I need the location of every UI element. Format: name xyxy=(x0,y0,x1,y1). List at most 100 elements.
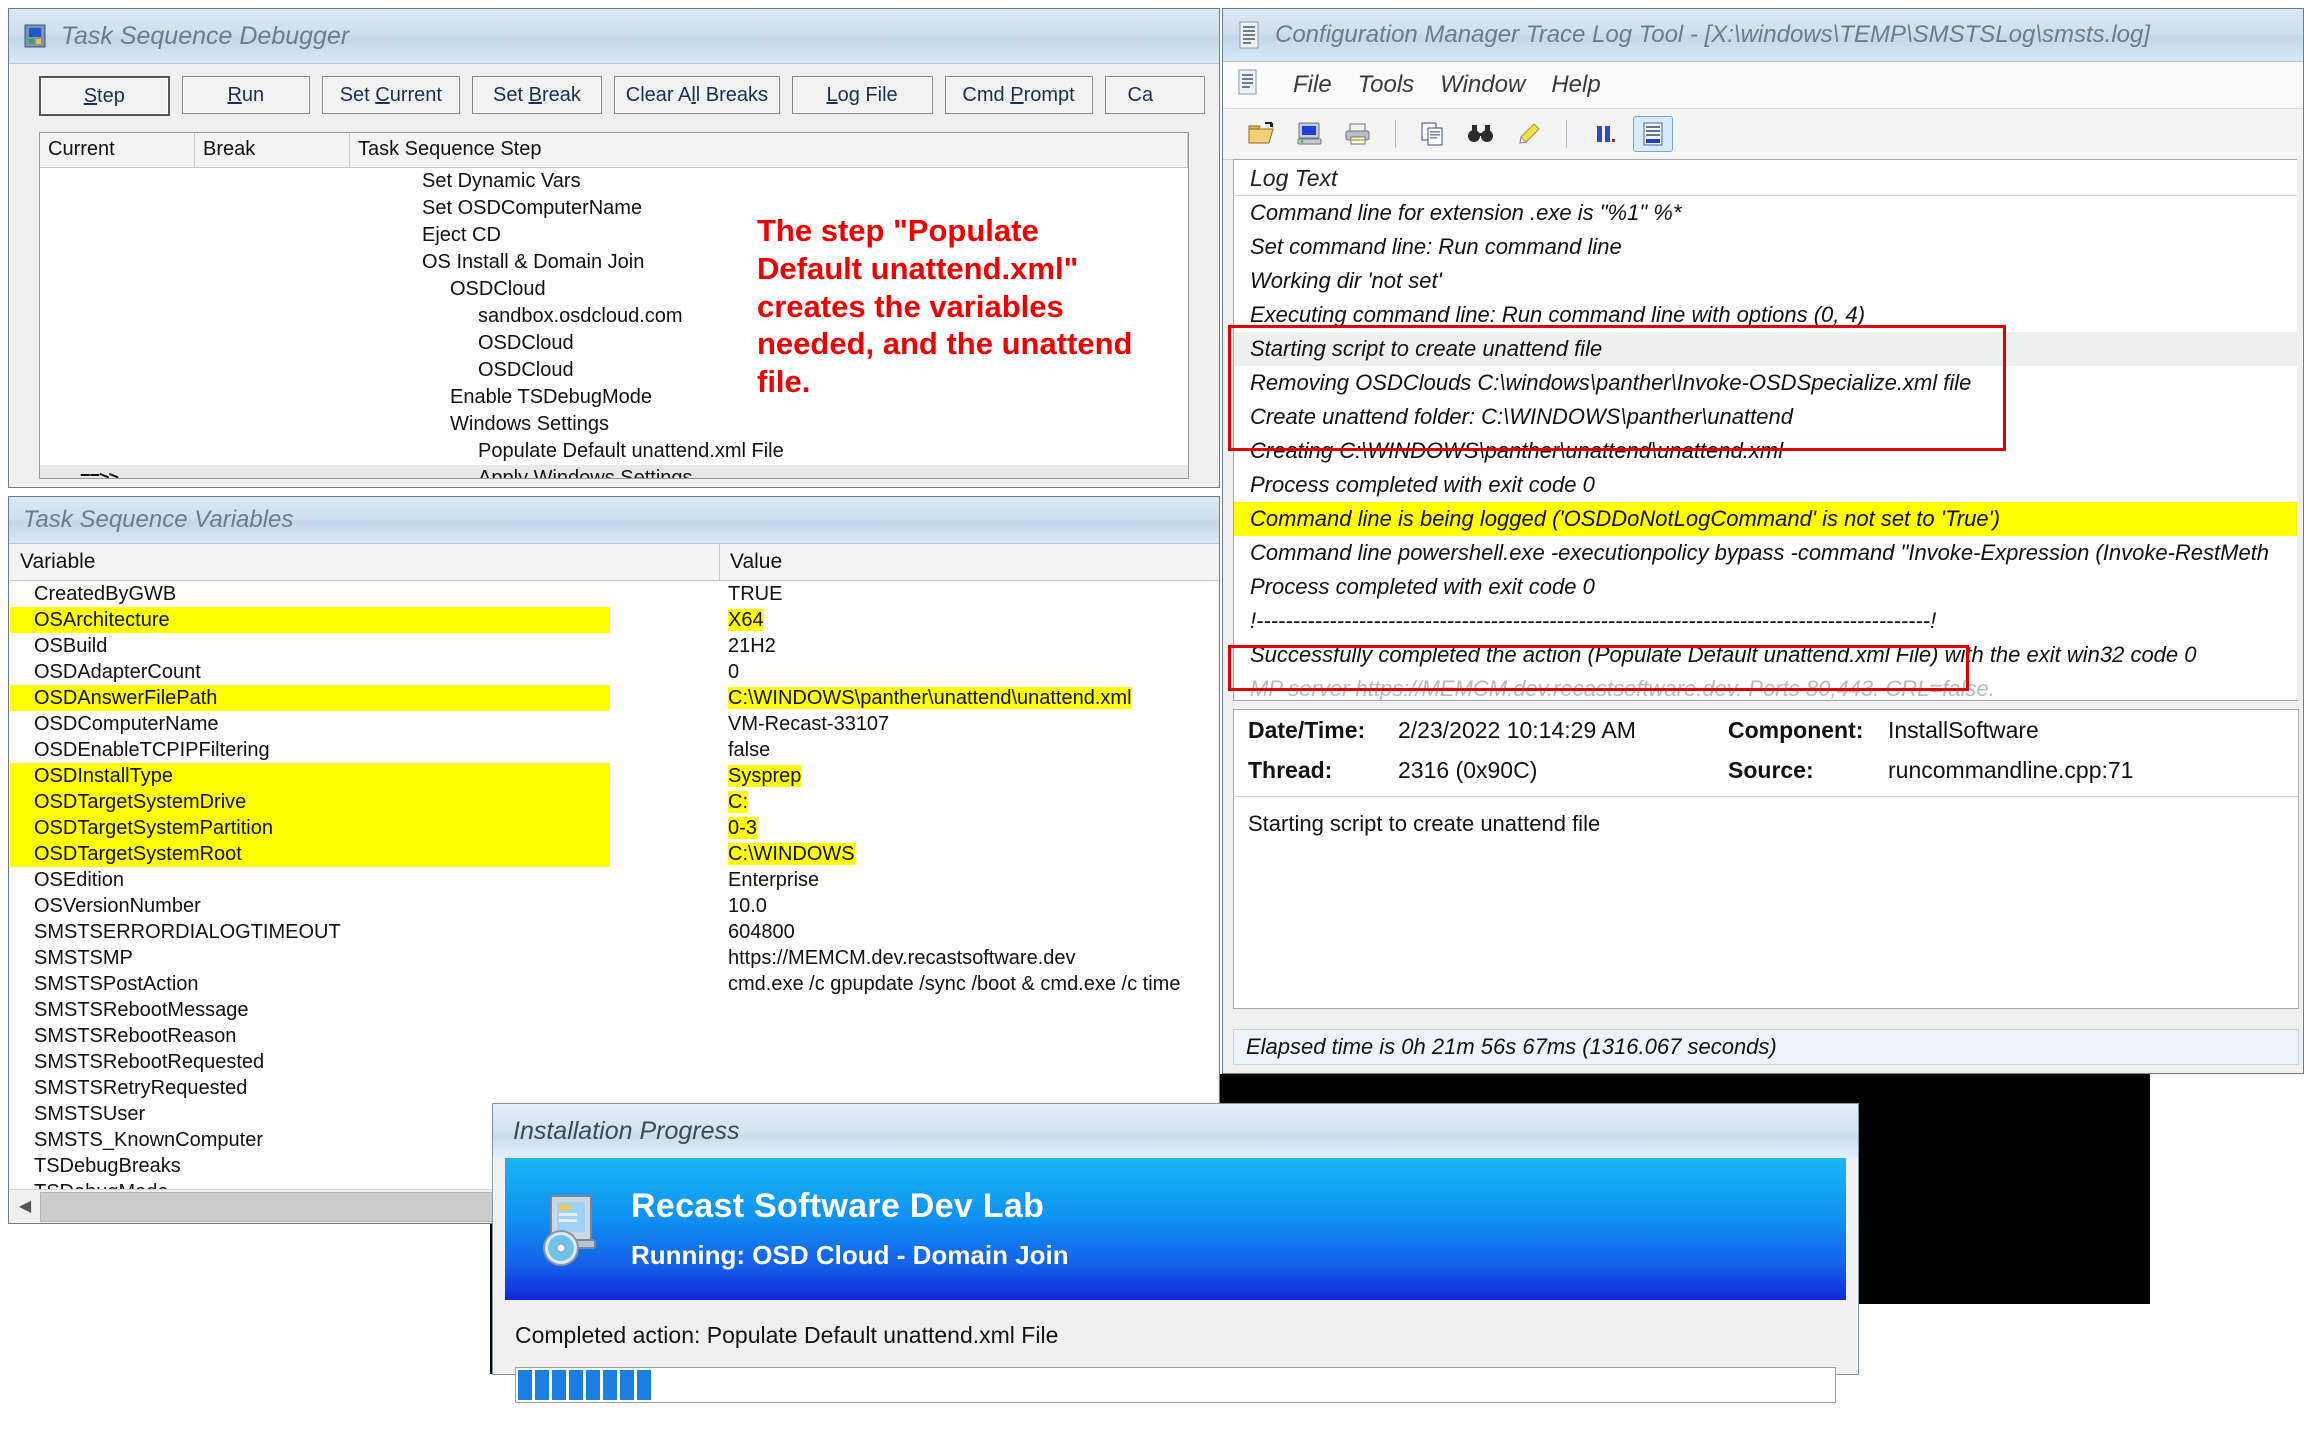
log-line[interactable]: Working dir 'not set' xyxy=(1234,264,2299,298)
variable-row[interactable]: SMSTSRebootRequested xyxy=(10,1049,1218,1075)
variables-grid[interactable]: Variable Value CreatedByGWBTRUEOSArchite… xyxy=(10,544,1218,1189)
task-sequence-step-row[interactable]: Set Dynamic Vars xyxy=(40,168,1188,195)
organization-name: Recast Software Dev Lab xyxy=(631,1187,1069,1226)
computer-disc-icon xyxy=(531,1190,609,1268)
variable-value: C:\WINDOWS xyxy=(720,843,1218,866)
pause-icon[interactable] xyxy=(1585,117,1623,151)
menu-item-help[interactable]: Help xyxy=(1551,71,1600,99)
variable-row[interactable]: OSDTargetSystemRootC:\WINDOWS xyxy=(10,841,1218,867)
step-grid-header: Current Break Task Sequence Step xyxy=(40,133,1188,168)
variable-row[interactable]: CreatedByGWBTRUE xyxy=(10,581,1218,607)
detail-row-thread: Thread: 2316 (0x90C) Source: runcommandl… xyxy=(1234,750,2298,790)
log-text-panel[interactable]: Log Text Command line for extension .exe… xyxy=(1233,159,2299,701)
variable-row[interactable]: SMSTSPostActioncmd.exe /c gpupdate /sync… xyxy=(10,971,1218,997)
debugger-toolbar: Step Run Set Current Set Break Clear All… xyxy=(9,64,1219,126)
log-line[interactable]: Removing OSDClouds C:\windows\panther\In… xyxy=(1234,366,2299,400)
log-line[interactable]: Process completed with exit code 0 xyxy=(1234,570,2299,604)
log-line[interactable]: Command line powershell.exe -executionpo… xyxy=(1234,536,2299,570)
variable-row[interactable]: SMSTSRebootReason xyxy=(10,1023,1218,1049)
detail-value-thread: 2316 (0x90C) xyxy=(1398,757,1728,784)
task-sequence-step-row[interactable]: Windows Settings xyxy=(40,411,1188,438)
log-line[interactable]: Successfully completed the action (Popul… xyxy=(1234,638,2299,672)
variable-row[interactable]: OSVersionNumber10.0 xyxy=(10,893,1218,919)
progress-chunk xyxy=(552,1370,566,1400)
installation-progress-dialog: Installation Progress Recast Software De… xyxy=(492,1103,1859,1375)
cancel-button[interactable]: Ca xyxy=(1105,76,1205,114)
log-line[interactable]: Command line is being logged ('OSDDoNotL… xyxy=(1234,502,2299,536)
log-line[interactable]: !---------------------------------------… xyxy=(1234,604,2299,638)
variable-row[interactable]: OSBuild21H2 xyxy=(10,633,1218,659)
log-line[interactable]: Process completed with exit code 0 xyxy=(1234,468,2299,502)
log-line[interactable]: Command line for extension .exe is "%1" … xyxy=(1234,196,2299,230)
progress-chunk xyxy=(569,1370,583,1400)
column-header-break[interactable]: Break xyxy=(195,133,350,167)
column-header-task-sequence-step[interactable]: Task Sequence Step xyxy=(350,133,1188,167)
print-icon[interactable] xyxy=(1339,117,1377,151)
variable-row[interactable]: OSDInstallTypeSysprep xyxy=(10,763,1218,789)
variable-row[interactable]: OSEditionEnterprise xyxy=(10,867,1218,893)
log-line[interactable]: Executing command line: Run command line… xyxy=(1234,298,2299,332)
log-view-icon[interactable] xyxy=(1633,116,1673,152)
log-line[interactable]: MP server https://MEMCM.dev.recastsoftwa… xyxy=(1234,672,2299,701)
open-computer-icon[interactable] xyxy=(1291,117,1329,151)
menu-item-file[interactable]: File xyxy=(1293,71,1332,99)
variable-name: OSEdition xyxy=(10,869,720,892)
variable-row[interactable]: OSDTargetSystemDriveC: xyxy=(10,789,1218,815)
variable-name: SMSTSPostAction xyxy=(10,973,720,996)
variable-row[interactable]: SMSTSRetryRequested xyxy=(10,1075,1218,1101)
log-line[interactable]: Create unattend folder: C:\WINDOWS\panth… xyxy=(1234,400,2299,434)
variable-name: OSDInstallType xyxy=(10,765,720,788)
variable-row[interactable]: OSDAnswerFilePathC:\WINDOWS\panther\unat… xyxy=(10,685,1218,711)
variable-row[interactable]: OSDTargetSystemPartition0-3 xyxy=(10,815,1218,841)
find-icon[interactable] xyxy=(1462,117,1500,151)
variable-name: SMSTSERRORDIALOGTIMEOUT xyxy=(10,921,720,944)
progress-chunk xyxy=(518,1370,532,1400)
log-line[interactable]: Starting script to create unattend file xyxy=(1234,332,2299,366)
log-file-button[interactable]: Log File xyxy=(792,76,933,114)
step-label: Windows Settings xyxy=(350,413,1188,436)
variable-name: OSDAnswerFilePath xyxy=(10,687,720,710)
step-button[interactable]: Step xyxy=(39,76,170,116)
variable-value: X64 xyxy=(720,609,1218,632)
clear-all-breaks-button[interactable]: Clear All Breaks xyxy=(614,76,779,114)
menu-item-tools[interactable]: Tools xyxy=(1358,71,1414,99)
variable-value: C:\WINDOWS\panther\unattend\unattend.xml xyxy=(720,687,1218,710)
scroll-left-icon[interactable]: ◀ xyxy=(10,1191,40,1221)
column-header-variable[interactable]: Variable xyxy=(10,544,720,580)
variable-row[interactable]: SMSTSERRORDIALOGTIMEOUT604800 xyxy=(10,919,1218,945)
task-sequence-step-row[interactable]: Populate Default unattend.xml File xyxy=(40,438,1188,465)
log-line[interactable]: Set command line: Run command line xyxy=(1234,230,2299,264)
log-column-header[interactable]: Log Text xyxy=(1234,160,2299,196)
run-button[interactable]: Run xyxy=(182,76,311,114)
progress-chunk xyxy=(637,1370,651,1400)
step-label: Apply Windows Settings xyxy=(350,467,1188,479)
variable-name: CreatedByGWB xyxy=(10,583,720,606)
open-file-icon[interactable] xyxy=(1243,117,1281,151)
installation-progress-banner: Recast Software Dev Lab Running: OSD Clo… xyxy=(505,1158,1846,1300)
variable-row[interactable]: OSDEnableTCPIPFilteringfalse xyxy=(10,737,1218,763)
set-break-button[interactable]: Set Break xyxy=(472,76,603,114)
variable-name: OSDComputerName xyxy=(10,713,720,736)
detail-message: Starting script to create unattend file xyxy=(1234,797,2298,837)
copy-icon[interactable] xyxy=(1414,117,1452,151)
highlight-icon[interactable] xyxy=(1510,117,1548,151)
column-header-current[interactable]: Current xyxy=(40,133,195,167)
variables-grid-header: Variable Value xyxy=(10,544,1218,581)
variable-name: OSVersionNumber xyxy=(10,895,720,918)
task-sequence-step-row[interactable]: ==>>Apply Windows Settings xyxy=(40,465,1188,479)
log-vertical-scrollbar[interactable] xyxy=(2297,159,2303,699)
cmd-prompt-button[interactable]: Cmd Prompt xyxy=(945,76,1093,114)
variable-row[interactable]: OSDComputerNameVM-Recast-33107 xyxy=(10,711,1218,737)
log-line[interactable]: Creating C:\WINDOWS\panther\unattend\una… xyxy=(1234,434,2299,468)
cmtrace-toolbar xyxy=(1223,109,2303,160)
column-header-value[interactable]: Value xyxy=(720,544,1218,580)
set-current-button[interactable]: Set Current xyxy=(322,76,460,114)
variable-row[interactable]: SMSTSRebootMessage xyxy=(10,997,1218,1023)
variable-row[interactable]: SMSTSMPhttps://MEMCM.dev.recastsoftware.… xyxy=(10,945,1218,971)
variable-row[interactable]: OSArchitectureX64 xyxy=(10,607,1218,633)
variable-row[interactable]: OSDAdapterCount0 xyxy=(10,659,1218,685)
variable-value: https://MEMCM.dev.recastsoftware.dev xyxy=(720,947,1218,970)
variable-rows-container: CreatedByGWBTRUEOSArchitectureX64OSBuild… xyxy=(10,581,1218,1189)
menu-item-window[interactable]: Window xyxy=(1440,71,1525,99)
variable-value: C: xyxy=(720,791,1218,814)
